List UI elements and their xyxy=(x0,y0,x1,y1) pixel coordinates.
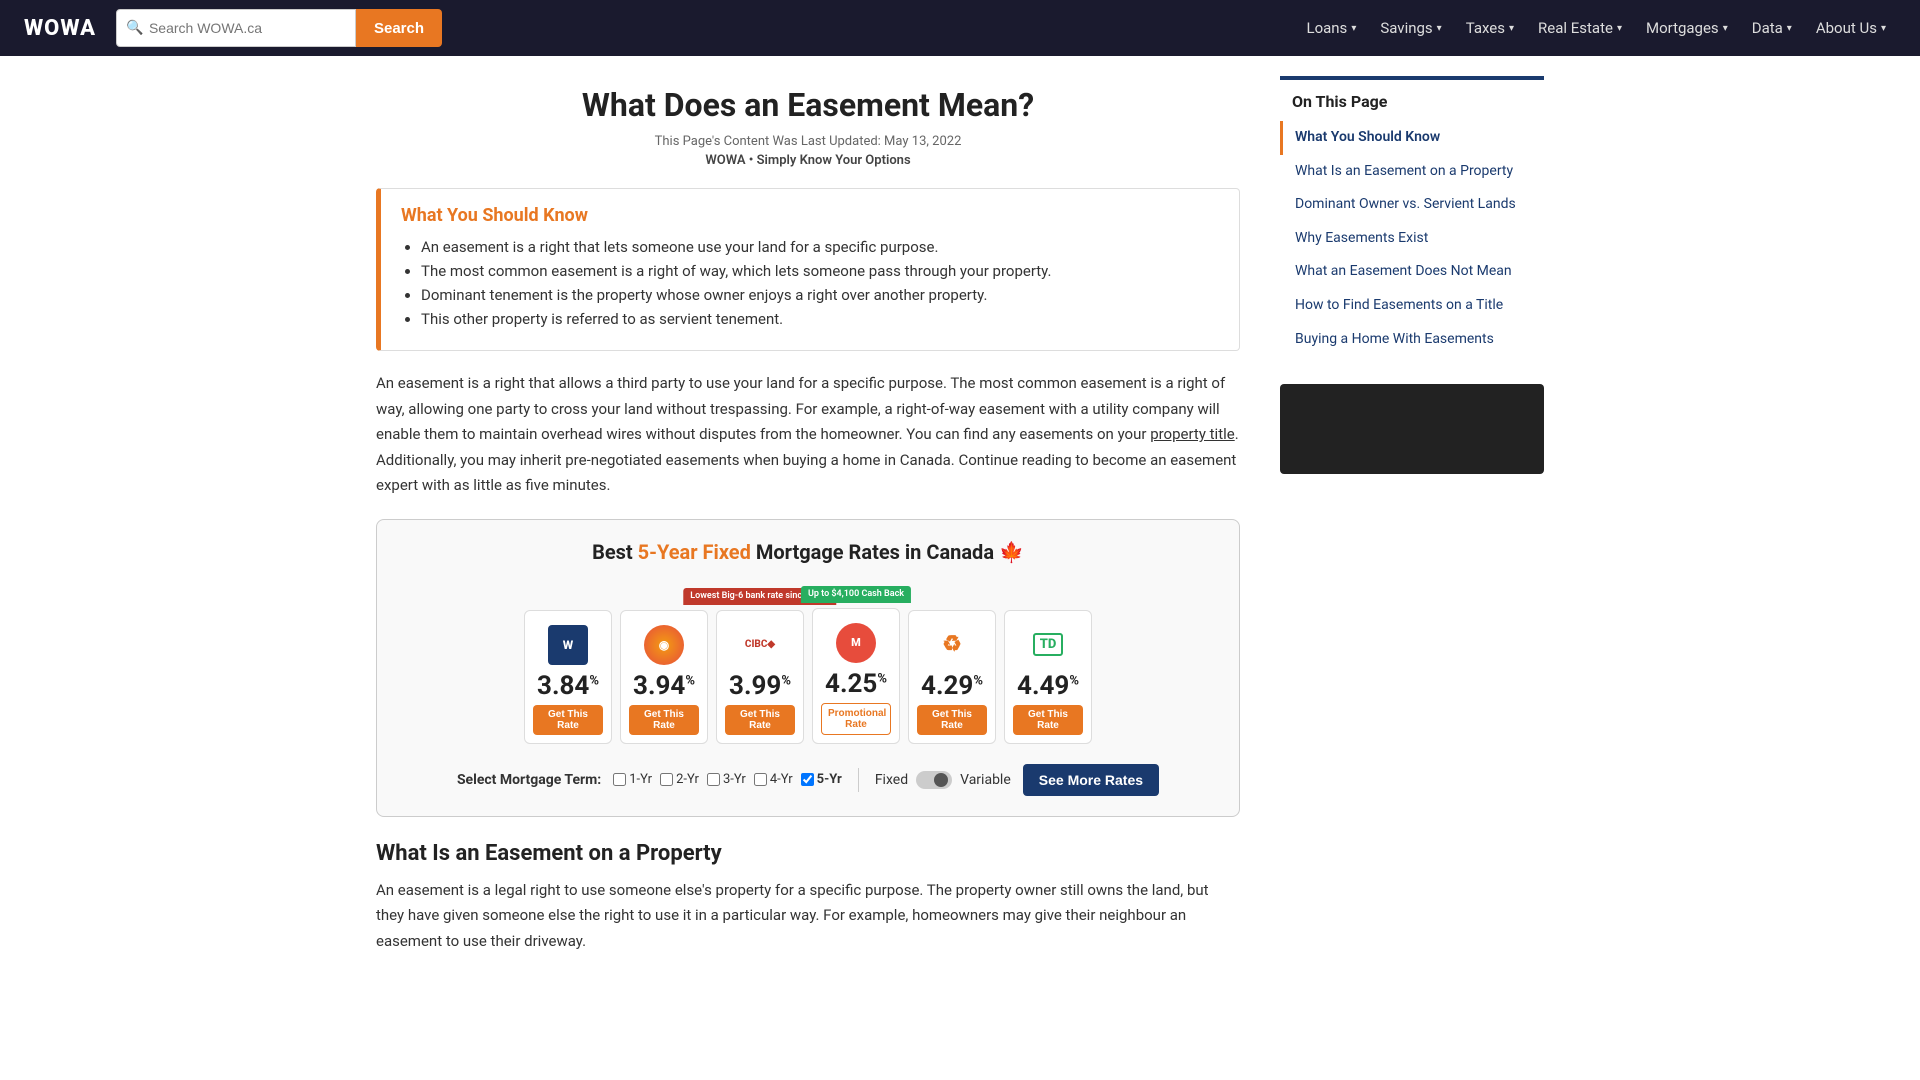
rate-number-4: 4.29% xyxy=(921,673,983,699)
toc-item-5[interactable]: How to Find Easements on a Title xyxy=(1280,289,1544,323)
rate-btn-5[interactable]: Get This Rate xyxy=(1013,705,1083,735)
rate-number-3: 4.25% xyxy=(825,671,887,697)
rate-card-wrapper-0: W 3.84% Get This Rate xyxy=(524,610,612,744)
toggle-knob xyxy=(934,773,948,787)
rates-box: Best 5-Year Fixed Mortgage Rates in Cana… xyxy=(376,519,1240,817)
nav-item-mortgages[interactable]: Mortgages ▾ xyxy=(1636,11,1738,45)
term-checkbox-4-Yr[interactable] xyxy=(754,773,767,786)
variable-label: Variable xyxy=(960,772,1011,788)
fixed-label: Fixed xyxy=(875,772,908,788)
nav-item-real-estate[interactable]: Real Estate ▾ xyxy=(1528,11,1632,45)
term-label: Select Mortgage Term: xyxy=(457,772,601,788)
rate-card-wrapper-3: Up to $4,100 Cash BackM4.25%Promotional … xyxy=(812,608,900,744)
rate-card-0: W 3.84% Get This Rate xyxy=(524,610,612,744)
article-meta: This Page's Content Was Last Updated: Ma… xyxy=(376,134,1240,149)
rate-badge-3: Up to $4,100 Cash Back xyxy=(801,586,911,604)
toc-item-4[interactable]: What an Easement Does Not Mean xyxy=(1280,255,1544,289)
card-logo-1: ◉ xyxy=(642,623,686,667)
card-logo-5: TD xyxy=(1026,623,1070,667)
rates-controls: Select Mortgage Term: 1-Yr 2-Yr 3-Yr 4-Yr 5-… xyxy=(397,764,1219,796)
rate-btn-1[interactable]: Get This Rate xyxy=(629,705,699,735)
toc-item-3[interactable]: Why Easements Exist xyxy=(1280,222,1544,256)
info-bullet: The most common easement is a right of w… xyxy=(421,262,1219,280)
info-box-bullets: An easement is a right that lets someone… xyxy=(401,238,1219,328)
rate-number-5: 4.49% xyxy=(1017,673,1079,699)
toc-item-0[interactable]: What You Should Know xyxy=(1280,121,1544,155)
rate-btn-0[interactable]: Get This Rate xyxy=(533,705,603,735)
sidebar-ad xyxy=(1280,384,1544,474)
info-box-title: What You Should Know xyxy=(401,205,1219,226)
term-checkbox-5-Yr[interactable] xyxy=(801,773,814,786)
rate-card-3: M 4.25% Promotional Rate xyxy=(812,608,900,744)
rates-title: Best 5-Year Fixed Mortgage Rates in Cana… xyxy=(397,540,1219,564)
card-logo-2: CIBC◆ xyxy=(738,623,782,667)
toc-item-6[interactable]: Buying a Home With Easements xyxy=(1280,323,1544,357)
term-option-4-Yr[interactable]: 4-Yr xyxy=(754,772,793,787)
brand-logo[interactable]: WOWA xyxy=(24,16,96,41)
toc-item-1[interactable]: What Is an Easement on a Property xyxy=(1280,155,1544,189)
nav-item-about-us[interactable]: About Us ▾ xyxy=(1806,11,1896,45)
see-more-rates-button[interactable]: See More Rates xyxy=(1023,764,1159,796)
toc-title: On This Page xyxy=(1280,92,1544,121)
card-logo-4: ♻ xyxy=(930,623,974,667)
canada-flag: 🍁 xyxy=(999,540,1024,564)
toc-list: What You Should KnowWhat Is an Easement … xyxy=(1280,121,1544,356)
info-bullet: An easement is a right that lets someone… xyxy=(421,238,1219,256)
search-form: 🔍 Search xyxy=(116,9,442,47)
rate-card-2: CIBC◆ 3.99% Get This Rate xyxy=(716,610,804,744)
term-checkbox-1-Yr[interactable] xyxy=(613,773,626,786)
info-bullet: This other property is referred to as se… xyxy=(421,310,1219,328)
fixed-variable-toggle: Fixed Variable xyxy=(875,771,1011,789)
section-body: An easement is a legal right to use some… xyxy=(376,878,1240,955)
card-logo-0: W xyxy=(546,623,590,667)
term-option-2-Yr[interactable]: 2-Yr xyxy=(660,772,699,787)
search-button[interactable]: Search xyxy=(356,9,442,47)
divider xyxy=(858,768,859,792)
rates-title-highlight: 5-Year Fixed xyxy=(638,540,751,564)
rate-card-5: TD 4.49% Get This Rate xyxy=(1004,610,1092,744)
nav-item-data[interactable]: Data ▾ xyxy=(1742,11,1802,45)
rate-btn-3[interactable]: Promotional Rate xyxy=(821,703,891,735)
rate-card-4: ♻ 4.29% Get This Rate xyxy=(908,610,996,744)
page-title: What Does an Easement Mean? xyxy=(376,86,1240,124)
toggle-switch[interactable] xyxy=(916,771,952,789)
body-intro: An easement is a right that allows a thi… xyxy=(376,371,1240,499)
rate-card-wrapper-4: ♻ 4.29% Get This Rate xyxy=(908,610,996,744)
rate-card-wrapper-5: TD 4.49% Get This Rate xyxy=(1004,610,1092,744)
term-checkbox-3-Yr[interactable] xyxy=(707,773,720,786)
sidebar: On This Page What You Should KnowWhat Is… xyxy=(1264,56,1544,974)
toc-item-2[interactable]: Dominant Owner vs. Servient Lands xyxy=(1280,188,1544,222)
rate-card-wrapper-1: ◉ 3.94% Get This Rate xyxy=(620,610,708,744)
rate-card-1: ◉ 3.94% Get This Rate xyxy=(620,610,708,744)
search-input[interactable] xyxy=(116,9,356,47)
property-title-link[interactable]: property title xyxy=(1150,425,1235,443)
on-this-page: On This Page What You Should KnowWhat Is… xyxy=(1280,76,1544,368)
term-options: 1-Yr 2-Yr 3-Yr 4-Yr 5-Yr xyxy=(613,772,842,787)
term-option-1-Yr[interactable]: 1-Yr xyxy=(613,772,652,787)
info-bullet: Dominant tenement is the property whose … xyxy=(421,286,1219,304)
rate-number-2: 3.99% xyxy=(729,673,791,699)
info-box: What You Should Know An easement is a ri… xyxy=(376,188,1240,351)
main-content: What Does an Easement Mean? This Page's … xyxy=(376,56,1264,974)
term-option-3-Yr[interactable]: 3-Yr xyxy=(707,772,746,787)
nav-item-loans[interactable]: Loans ▾ xyxy=(1296,11,1366,45)
page-layout: What Does an Easement Mean? This Page's … xyxy=(360,56,1560,974)
rate-card-wrapper-2: Lowest Big-6 bank rate since 2022CIBC◆3.… xyxy=(716,610,804,744)
section-title: What Is an Easement on a Property xyxy=(376,841,1240,866)
rate-btn-2[interactable]: Get This Rate xyxy=(725,705,795,735)
term-option-5-Yr[interactable]: 5-Yr xyxy=(801,772,842,787)
rates-cards: W3.84%Get This Rate◉3.94%Get This RateLo… xyxy=(397,584,1219,744)
navbar: WOWA 🔍 Search Loans ▾Savings ▾Taxes ▾Rea… xyxy=(0,0,1920,56)
rate-number-1: 3.94% xyxy=(633,673,695,699)
nav-item-taxes[interactable]: Taxes ▾ xyxy=(1456,11,1524,45)
article-tagline: WOWA • Simply Know Your Options xyxy=(376,153,1240,168)
nav-item-savings[interactable]: Savings ▾ xyxy=(1370,11,1451,45)
term-checkbox-2-Yr[interactable] xyxy=(660,773,673,786)
rate-btn-4[interactable]: Get This Rate xyxy=(917,705,987,735)
card-logo-3: M xyxy=(834,621,878,665)
search-icon: 🔍 xyxy=(126,20,143,36)
nav-links: Loans ▾Savings ▾Taxes ▾Real Estate ▾Mort… xyxy=(1296,11,1896,45)
rate-number-0: 3.84% xyxy=(537,673,599,699)
